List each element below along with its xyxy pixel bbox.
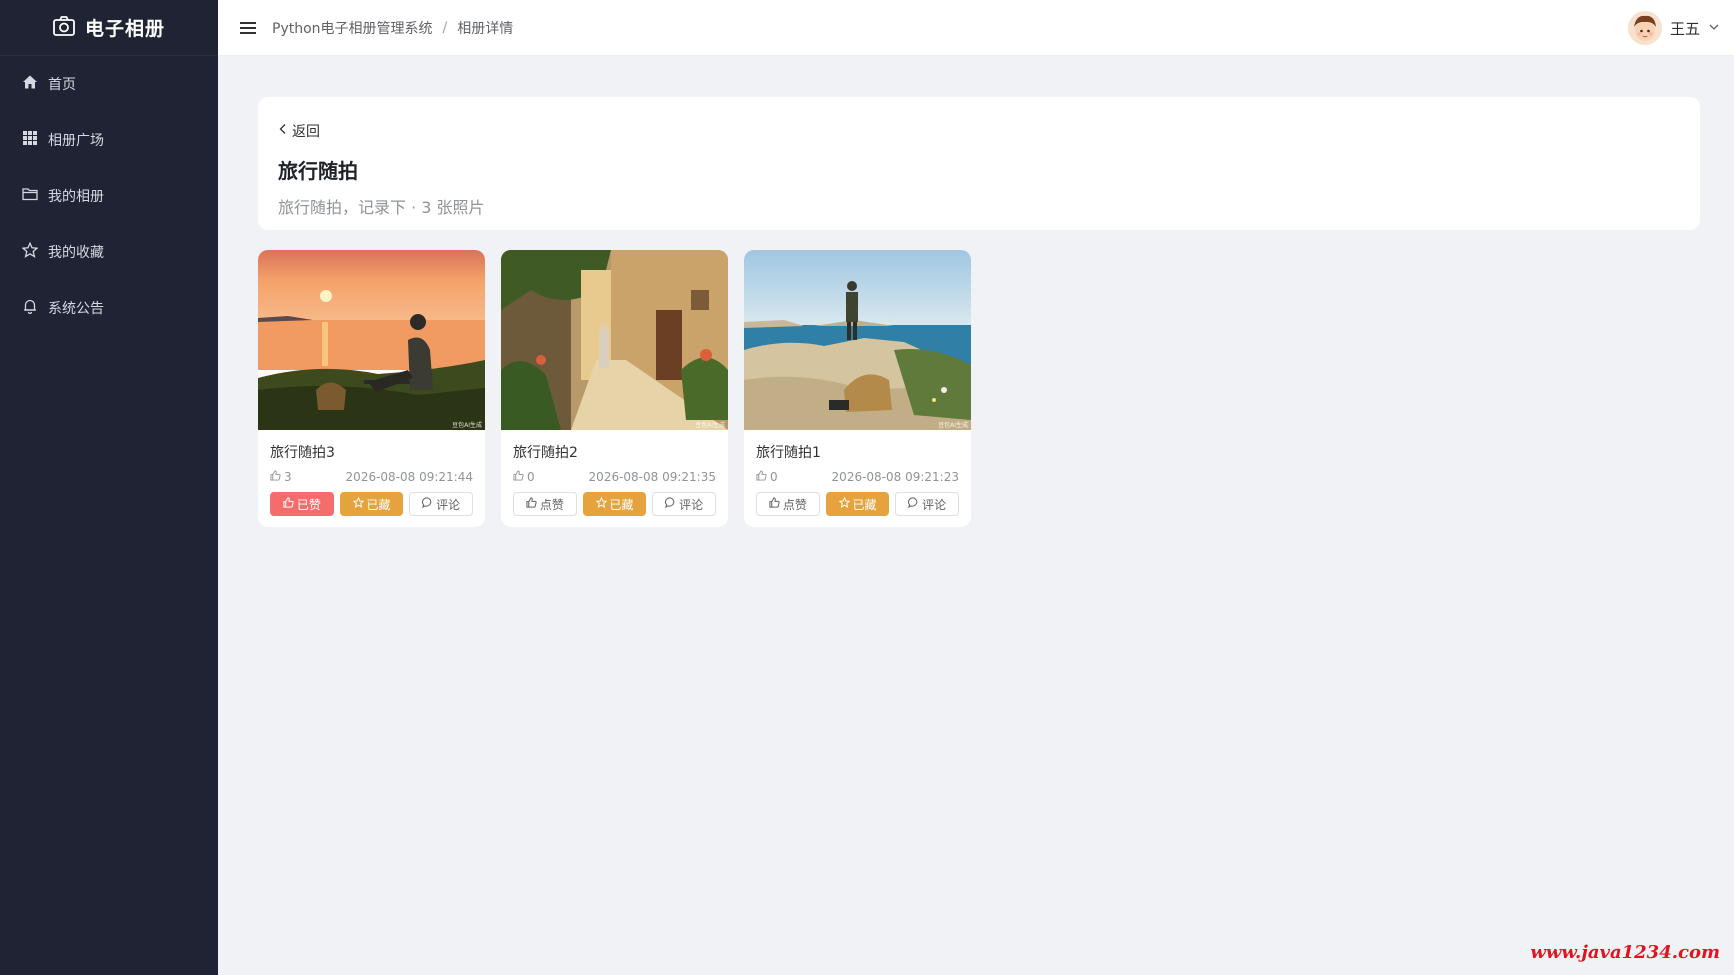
camera-icon bbox=[53, 15, 75, 40]
top-header: Python电子相册管理系统 / 相册详情 王五 bbox=[218, 0, 1734, 56]
main-content: 返回 旅行随拍 旅行随拍，记录下 · 3 张照片 豆包AI生成 旅行随拍3 3 … bbox=[218, 56, 1734, 975]
favorite-button[interactable]: 已藏 bbox=[825, 492, 890, 516]
comment-icon bbox=[665, 497, 676, 511]
sidebar-item-my-albums[interactable]: 我的相册 bbox=[0, 168, 218, 224]
comment-button[interactable]: 评论 bbox=[652, 492, 717, 516]
thumbs-up-icon bbox=[769, 497, 780, 511]
breadcrumb-separator: / bbox=[442, 19, 448, 36]
like-count: 0 bbox=[756, 470, 778, 484]
photo-thumbnail[interactable]: 豆包AI生成 bbox=[501, 250, 728, 430]
user-name: 王五 bbox=[1669, 19, 1700, 38]
album-info-card: 返回 旅行随拍 旅行随拍，记录下 · 3 张照片 bbox=[258, 97, 1700, 230]
sidebar-item-label: 首页 bbox=[48, 77, 76, 93]
chevron-down-icon bbox=[1708, 19, 1720, 37]
favorite-button[interactable]: 已藏 bbox=[339, 492, 404, 516]
breadcrumb-current: 相册详情 bbox=[457, 20, 514, 37]
avatar bbox=[1627, 11, 1662, 45]
album-title: 旅行随拍 bbox=[278, 159, 358, 183]
sidebar-item-square[interactable]: 相册广场 bbox=[0, 112, 218, 168]
comment-button[interactable]: 评论 bbox=[895, 492, 960, 516]
app-title: 电子相册 bbox=[84, 18, 165, 40]
like-button[interactable]: 已赞 bbox=[270, 492, 334, 516]
sidebar-menu: 首页 相册广场 我的相册 我的收藏 系统公告 bbox=[0, 56, 218, 336]
like-button[interactable]: 点赞 bbox=[756, 492, 820, 516]
sidebar-item-announcements[interactable]: 系统公告 bbox=[0, 280, 218, 336]
home-icon bbox=[22, 74, 38, 94]
photo-watermark: 豆包AI生成 bbox=[452, 421, 482, 429]
photo-name: 旅行随拍3 bbox=[270, 445, 335, 461]
photo-grid: 豆包AI生成 旅行随拍3 3 2026-08-08 09:21:44 已赞 已藏… bbox=[258, 250, 971, 527]
star-icon bbox=[352, 496, 364, 511]
chevron-left-icon bbox=[278, 123, 288, 139]
star-icon bbox=[21, 241, 39, 262]
photo-thumbnail[interactable]: 豆包AI生成 bbox=[258, 250, 485, 430]
sidebar: 电子相册 首页 相册广场 我的相册 我的收藏 系统公告 bbox=[0, 0, 218, 975]
star-icon bbox=[595, 496, 607, 511]
photo-card: 豆包AI生成 旅行随拍1 0 2026-08-08 09:21:23 点赞 已藏… bbox=[744, 250, 971, 527]
photo-time: 2026-08-08 09:21:35 bbox=[588, 470, 716, 484]
site-watermark: www.java1234.com bbox=[1530, 942, 1720, 963]
photo-thumbnail[interactable]: 豆包AI生成 bbox=[744, 250, 971, 430]
thumbs-up-icon bbox=[526, 497, 537, 511]
sidebar-item-label: 我的收藏 bbox=[48, 245, 104, 261]
sidebar-item-label: 系统公告 bbox=[48, 301, 104, 317]
photo-watermark: 豆包AI生成 bbox=[695, 421, 725, 429]
photo-time: 2026-08-08 09:21:23 bbox=[831, 470, 959, 484]
sidebar-item-home[interactable]: 首页 bbox=[0, 56, 218, 112]
photo-watermark: 豆包AI生成 bbox=[938, 421, 968, 429]
favorite-button[interactable]: 已藏 bbox=[582, 492, 647, 516]
user-menu[interactable]: 王五 bbox=[1627, 0, 1720, 56]
grid-icon bbox=[22, 130, 38, 150]
like-count: 0 bbox=[513, 470, 535, 484]
thumbs-up-icon bbox=[283, 497, 294, 511]
thumbs-up-icon bbox=[756, 470, 767, 484]
like-count: 3 bbox=[270, 470, 292, 484]
comment-button[interactable]: 评论 bbox=[409, 492, 474, 516]
thumbs-up-icon bbox=[513, 470, 524, 484]
breadcrumb-home[interactable]: Python电子相册管理系统 bbox=[272, 18, 433, 38]
back-label: 返回 bbox=[292, 124, 320, 140]
brand[interactable]: 电子相册 bbox=[0, 0, 218, 56]
photo-name: 旅行随拍2 bbox=[513, 445, 578, 461]
photo-card: 豆包AI生成 旅行随拍3 3 2026-08-08 09:21:44 已赞 已藏… bbox=[258, 250, 485, 527]
album-description: 旅行随拍，记录下 · 3 张照片 bbox=[278, 198, 485, 217]
like-button[interactable]: 点赞 bbox=[513, 492, 577, 516]
photo-name: 旅行随拍1 bbox=[756, 445, 821, 461]
photo-card: 豆包AI生成 旅行随拍2 0 2026-08-08 09:21:35 点赞 已藏… bbox=[501, 250, 728, 527]
sidebar-item-favorites[interactable]: 我的收藏 bbox=[0, 224, 218, 280]
sidebar-item-label: 相册广场 bbox=[48, 133, 104, 149]
thumbs-up-icon bbox=[270, 470, 281, 484]
comment-icon bbox=[422, 497, 433, 511]
bell-icon bbox=[22, 298, 38, 318]
folder-icon bbox=[22, 186, 38, 206]
star-icon bbox=[838, 496, 850, 511]
comment-icon bbox=[908, 497, 919, 511]
back-button[interactable]: 返回 bbox=[278, 121, 338, 141]
breadcrumb: Python电子相册管理系统 / 相册详情 bbox=[272, 18, 513, 38]
menu-toggle-icon[interactable] bbox=[238, 18, 258, 38]
photo-time: 2026-08-08 09:21:44 bbox=[345, 470, 473, 484]
sidebar-item-label: 我的相册 bbox=[48, 189, 104, 205]
